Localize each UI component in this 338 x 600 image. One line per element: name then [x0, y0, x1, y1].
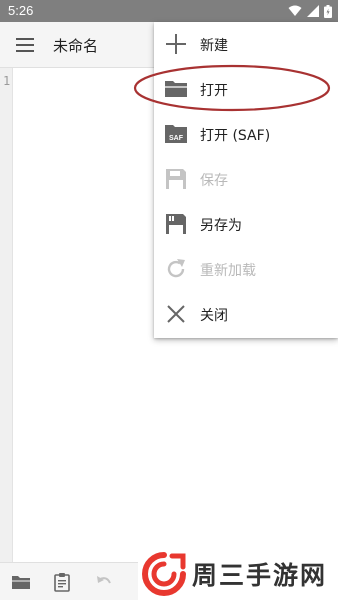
line-number-gutter: 1 — [0, 68, 13, 562]
status-time: 5:26 — [8, 3, 34, 18]
menu-item-label: 打开 — [200, 83, 228, 99]
menu-item-reload[interactable]: 重新加载 — [154, 247, 338, 292]
watermark-logo-icon — [142, 552, 186, 596]
undo-button[interactable] — [94, 572, 114, 592]
plus-icon — [166, 34, 186, 54]
save-as-icon — [166, 214, 186, 234]
close-icon — [167, 305, 185, 323]
menu-item-save-as[interactable]: 另存为 — [154, 202, 338, 247]
menu-item-label: 关闭 — [200, 308, 228, 324]
status-icons — [288, 4, 332, 18]
wifi-icon — [288, 5, 302, 16]
folder-open-icon — [165, 81, 187, 97]
menu-item-label: 保存 — [200, 173, 228, 189]
menu-item-open-saf[interactable]: SAF 打开 (SAF) — [154, 112, 338, 157]
menu-item-label: 打开 (SAF) — [200, 128, 271, 144]
clipboard-icon — [54, 573, 70, 592]
battery-icon — [324, 4, 332, 18]
menu-item-new[interactable]: 新建 — [154, 22, 338, 67]
document-title: 未命名 — [53, 37, 99, 55]
reload-icon — [167, 259, 185, 278]
watermark-text: 周三手游网 — [192, 561, 328, 590]
signal-icon — [307, 5, 319, 17]
line-number: 1 — [3, 74, 11, 88]
watermark: 周三手游网 — [138, 548, 338, 600]
saf-folder-icon: SAF — [165, 125, 187, 143]
hamburger-icon — [16, 38, 34, 52]
folder-icon — [12, 576, 30, 589]
menu-item-save[interactable]: 保存 — [154, 157, 338, 202]
menu-item-label: 重新加载 — [200, 263, 256, 279]
menu-item-label: 另存为 — [200, 218, 242, 234]
undo-icon — [97, 576, 111, 584]
hamburger-menu-button[interactable] — [14, 35, 36, 55]
floppy-disk-icon — [166, 169, 186, 189]
status-bar: 5:26 — [0, 0, 338, 22]
menu-item-close[interactable]: 关闭 — [154, 292, 338, 337]
menu-item-label: 新建 — [200, 38, 228, 54]
overflow-menu: 新建 打开 SAF 打开 (SAF) 保存 另存为 重新加载 关闭 — [154, 22, 338, 338]
open-folder-button[interactable] — [11, 572, 31, 592]
saf-badge-text: SAF — [169, 135, 184, 142]
menu-item-open[interactable]: 打开 — [154, 67, 338, 112]
paste-button[interactable] — [52, 572, 72, 592]
